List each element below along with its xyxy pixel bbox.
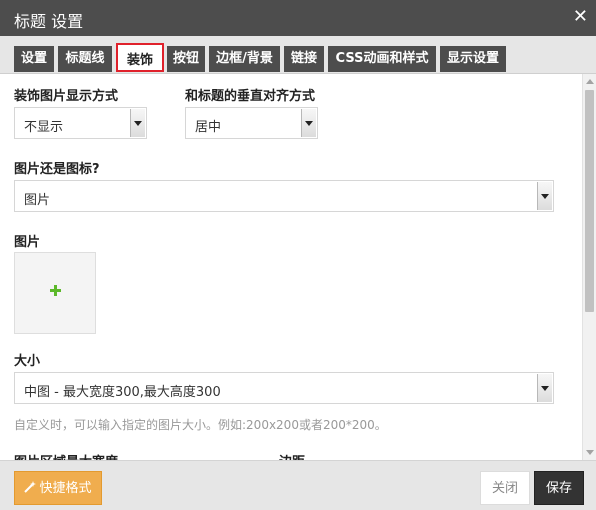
tab-decoration[interactable]: 装饰	[116, 43, 164, 72]
close-icon[interactable]: ✕	[573, 6, 588, 27]
quick-format-label: 快捷格式	[39, 481, 92, 496]
size-label: 大小	[14, 354, 41, 369]
tab-css-animation[interactable]: CSS动画和样式	[328, 46, 436, 72]
image-or-icon-select[interactable]: 图片	[14, 180, 554, 212]
vertical-align-select[interactable]: 居中	[185, 107, 318, 139]
tab-link[interactable]: 链接	[284, 46, 324, 72]
tab-settings[interactable]: 设置	[14, 46, 54, 72]
margin-label: 边距	[279, 451, 305, 460]
magic-wand-icon	[24, 481, 37, 493]
max-width-label: 图片区域最大宽度	[14, 451, 118, 460]
chevron-down-icon[interactable]	[537, 182, 552, 210]
image-or-icon-label: 图片还是图标?	[14, 162, 100, 177]
image-or-icon-value: 图片	[24, 193, 51, 208]
tab-display-settings[interactable]: 显示设置	[440, 46, 506, 72]
display-mode-label: 装饰图片显示方式	[14, 89, 119, 104]
quick-format-button[interactable]: 快捷格式	[14, 471, 102, 505]
scrollbar[interactable]	[582, 74, 596, 460]
size-hint: 自定义时，可以输入指定的图片大小。例如:200x200或者200*200。	[14, 418, 387, 432]
dialog-footer: 快捷格式 关闭 保存	[0, 460, 596, 510]
scroll-up-icon[interactable]	[586, 79, 594, 84]
vertical-align-label: 和标题的垂直对齐方式	[185, 89, 316, 104]
tab-title-line[interactable]: 标题线	[58, 46, 112, 72]
tab-bar: 设置 标题线 装饰 按钮 边框/背景 链接 CSS动画和样式 显示设置	[0, 36, 596, 74]
scroll-down-icon[interactable]	[586, 450, 594, 455]
vertical-align-value: 居中	[195, 120, 222, 135]
plus-icon	[50, 285, 61, 296]
image-label: 图片	[14, 235, 41, 250]
tab-border-background[interactable]: 边框/背景	[209, 46, 280, 72]
add-image-button[interactable]	[14, 252, 96, 334]
chevron-down-icon[interactable]	[301, 109, 316, 137]
display-mode-select[interactable]: 不显示	[14, 107, 147, 139]
close-button[interactable]: 关闭	[480, 471, 530, 505]
size-value: 中图 - 最大宽度300,最大高度300	[24, 385, 221, 400]
save-button[interactable]: 保存	[534, 471, 584, 505]
settings-panel: 装饰图片显示方式 不显示 和标题的垂直对齐方式 居中 图片还是图标? 图片 图片…	[0, 74, 582, 460]
scrollbar-thumb[interactable]	[585, 90, 594, 312]
size-select[interactable]: 中图 - 最大宽度300,最大高度300	[14, 372, 554, 404]
dialog-titlebar: 标题 设置 ✕	[0, 0, 596, 36]
tab-button[interactable]: 按钮	[167, 46, 205, 72]
chevron-down-icon[interactable]	[537, 374, 552, 402]
display-mode-value: 不显示	[24, 120, 64, 135]
dialog-title: 标题 设置	[14, 12, 84, 31]
chevron-down-icon[interactable]	[130, 109, 145, 137]
